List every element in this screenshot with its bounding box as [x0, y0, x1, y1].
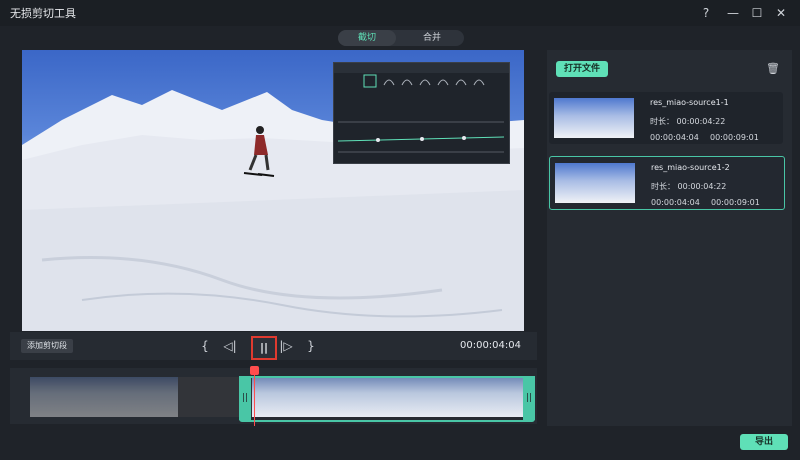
- set-in-point-icon[interactable]: {: [197, 338, 213, 354]
- range-end-handle[interactable]: ||: [523, 376, 535, 420]
- file-thumbnail: [554, 98, 634, 138]
- export-button[interactable]: 导出: [740, 434, 788, 450]
- timeline[interactable]: || ||: [10, 366, 537, 426]
- playhead[interactable]: [250, 366, 259, 426]
- file-end-time: 00:00:09:01: [710, 133, 759, 142]
- file-name: res_miao-source1-1: [650, 98, 729, 107]
- file-item[interactable]: res_miao-source1-2 时长： 00:00:04:22 00:00…: [549, 156, 785, 210]
- timeline-thumbnail: [104, 377, 178, 417]
- next-frame-icon[interactable]: |▷: [278, 338, 294, 354]
- file-name: res_miao-source1-2: [651, 163, 730, 172]
- playhead-marker[interactable]: [250, 366, 259, 375]
- pause-button[interactable]: ||: [251, 336, 277, 360]
- tab-cut[interactable]: 截切: [338, 30, 396, 46]
- file-item[interactable]: res_miao-source1-1 时长： 00:00:04:22 00:00…: [549, 92, 783, 144]
- trash-icon[interactable]: 🗑: [766, 62, 780, 76]
- close-button[interactable]: ✕: [772, 4, 790, 22]
- minimize-button[interactable]: —: [724, 4, 742, 22]
- file-start-time: 00:00:04:04: [650, 133, 699, 142]
- app-title: 无损剪切工具: [10, 7, 76, 20]
- video-preview[interactable]: [22, 50, 524, 331]
- open-file-button[interactable]: 打开文件: [556, 61, 609, 77]
- timeline-thumbnail: [30, 377, 104, 417]
- add-segment-button[interactable]: 添加剪切段: [21, 339, 73, 353]
- file-start-time: 00:00:04:04: [651, 198, 700, 207]
- tab-merge[interactable]: 合并: [402, 30, 462, 46]
- maximize-button[interactable]: ☐: [748, 4, 766, 22]
- range-start-handle[interactable]: ||: [239, 376, 251, 420]
- embedded-app-screenshot: [333, 62, 510, 164]
- selected-range[interactable]: || ||: [239, 376, 535, 422]
- file-duration: 时长： 00:00:04:22: [650, 117, 726, 126]
- file-thumbnail: [555, 163, 635, 203]
- playback-controls: 添加剪切段 { ◁| || |▷ } 00:00:04:04: [10, 332, 537, 360]
- previous-frame-icon[interactable]: ◁|: [222, 338, 238, 354]
- file-panel: 打开文件 🗑 res_miao-source1-1 时长： 00:00:04:2…: [547, 50, 792, 426]
- set-out-point-icon[interactable]: }: [303, 338, 319, 354]
- file-duration: 时长： 00:00:04:22: [651, 182, 727, 191]
- title-bar: 无损剪切工具 ? — ☐ ✕: [0, 0, 800, 26]
- file-end-time: 00:00:09:01: [711, 198, 760, 207]
- help-icon[interactable]: ?: [697, 4, 715, 22]
- current-timecode: 00:00:04:04: [459, 340, 521, 351]
- mode-tabs: 截切 合并: [338, 30, 464, 46]
